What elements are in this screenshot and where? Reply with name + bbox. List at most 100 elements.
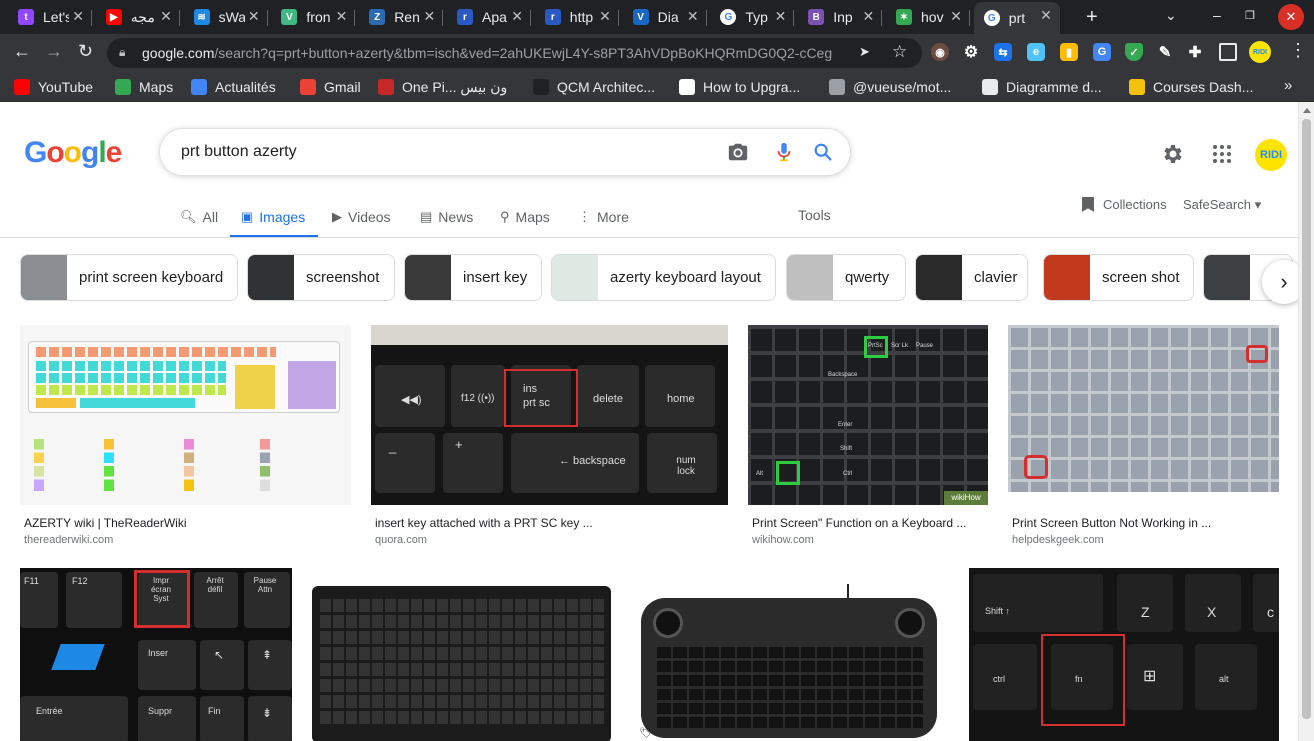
result-title[interactable]: Print Screen" Function on a Keyboard ...	[752, 516, 966, 530]
bookmark-star-icon[interactable]: ☆	[892, 42, 907, 62]
browser-tab[interactable]: ≋ sWa ✕	[184, 3, 268, 31]
related-search-chip[interactable]: screen shot	[1043, 254, 1194, 301]
tab-maps[interactable]: ⚲ Maps	[500, 206, 550, 228]
bookmark-item[interactable]: How to Upgra...	[679, 77, 800, 97]
result-title[interactable]: Print Screen Button Not Working in ...	[1012, 516, 1211, 530]
bookmark-item[interactable]: One Pi... ون بيس	[378, 77, 507, 97]
result-image-wikihow-keyboard[interactable]: PrtSc Scr Lk Pause Backspace Enter Shift…	[748, 325, 988, 505]
tab-close-icon[interactable]: ✕	[775, 8, 787, 25]
tab-close-icon[interactable]: ✕	[599, 8, 611, 25]
extension-keep-icon[interactable]: ▮	[1060, 43, 1078, 61]
browser-tab[interactable]: ▶ مجه ✕	[96, 3, 180, 31]
extension-eyes-icon[interactable]: ◉	[931, 43, 949, 61]
tab-close-icon[interactable]: ✕	[72, 8, 84, 25]
result-source[interactable]: thereaderwiki.com	[24, 534, 113, 546]
bookmark-item[interactable]: Actualités	[191, 77, 276, 97]
extension-pen-icon[interactable]: ✎	[1156, 43, 1174, 61]
related-search-chip[interactable]: qwerty	[786, 254, 906, 301]
related-search-chip[interactable]: print screen keyboard	[20, 254, 238, 301]
forward-icon[interactable]: →	[45, 41, 63, 62]
collections-link[interactable]: Collections	[1082, 197, 1167, 212]
extension-gear-icon[interactable]: ⚙	[962, 43, 980, 61]
browser-tab[interactable]: B Inp ✕	[798, 3, 883, 31]
extension-switch-icon[interactable]: ⇆	[994, 43, 1012, 61]
url-text[interactable]: google.com/search?q=prt+button+azerty&tb…	[142, 45, 832, 61]
scrollbar-thumb[interactable]	[1302, 119, 1311, 719]
result-image-azerty-prtsc[interactable]: F11 F12 Impr écran Syst Arrêt défil Paus…	[20, 568, 292, 741]
chips-next-button[interactable]: ›	[1262, 260, 1298, 304]
tab-images[interactable]: ▣ Images	[241, 206, 305, 228]
result-image-quora-prtsc[interactable]: ◀◀) f12 ((•)) ins prt sc delete home _ + …	[371, 325, 728, 505]
related-search-chip[interactable]: clavier	[915, 254, 1028, 301]
tab-videos[interactable]: ▶ Videos	[332, 206, 391, 228]
scroll-up-arrow-icon[interactable]	[1303, 108, 1311, 113]
browser-tab[interactable]: ✶ hov ✕	[886, 3, 970, 31]
result-image-black-keyboard[interactable]	[312, 568, 611, 741]
tab-close-icon[interactable]: ✕	[423, 8, 435, 25]
browser-tab[interactable]: r Apa ✕	[447, 3, 531, 31]
result-title[interactable]: insert key attached with a PRT SC key ..…	[375, 516, 593, 530]
bookmark-item[interactable]: Diagramme d...	[982, 77, 1102, 97]
tab-all[interactable]: 🔍︎ All	[180, 206, 218, 228]
tab-close-icon[interactable]: ✕	[1040, 7, 1052, 24]
tab-search-icon[interactable]: ⌄	[1165, 7, 1177, 24]
extension-translate-icon[interactable]: G	[1093, 43, 1111, 61]
related-search-chip[interactable]: azerty keyboard layout	[551, 254, 776, 301]
back-icon[interactable]: ←	[13, 41, 31, 62]
result-source[interactable]: helpdeskgeek.com	[1012, 534, 1104, 546]
microphone-icon[interactable]	[773, 140, 795, 164]
google-logo[interactable]: Google	[24, 136, 122, 170]
browser-tab[interactable]: G Typ ✕	[710, 3, 795, 31]
tab-close-icon[interactable]: ✕	[511, 8, 523, 25]
bookmark-item[interactable]: YouTube	[14, 77, 93, 97]
send-tab-icon[interactable]: ➤	[859, 44, 870, 60]
browser-tab[interactable]: V Dia ✕	[623, 3, 707, 31]
safesearch-dropdown[interactable]: SafeSearch ▾	[1183, 197, 1261, 213]
account-avatar[interactable]: RIDI	[1255, 139, 1287, 171]
result-image-laptop-fn[interactable]: Shift ↑ Z X c ctrl fn ⊞ alt	[969, 568, 1279, 741]
result-image-compact-keyboard[interactable]: 🏷︎	[631, 568, 949, 741]
bookmark-item[interactable]: @vueuse/mot...	[829, 77, 951, 97]
result-source[interactable]: wikihow.com	[752, 534, 814, 546]
bookmark-item[interactable]: Maps	[115, 77, 173, 97]
tab-news[interactable]: ▤ News	[420, 206, 473, 228]
search-box[interactable]: prt button azerty	[159, 128, 851, 176]
browser-tab[interactable]: Z Ren ✕	[359, 3, 444, 31]
related-search-chip[interactable]: screenshot	[247, 254, 395, 301]
address-bar[interactable]: 🔒︎ google.com/search?q=prt+button+azerty…	[107, 38, 922, 68]
reload-icon[interactable]: ↻	[78, 41, 93, 62]
profile-avatar[interactable]: RIDI	[1249, 41, 1271, 63]
result-image-helpdesk-keyboard[interactable]	[1008, 325, 1279, 492]
result-source[interactable]: quora.com	[375, 534, 427, 546]
result-image-azerty-layout[interactable]	[20, 325, 351, 505]
lock-icon[interactable]: 🔒︎	[119, 45, 125, 60]
restore-icon[interactable]: ❐	[1245, 9, 1255, 22]
extension-shield-icon[interactable]: ✓	[1125, 43, 1143, 61]
tab-more[interactable]: ⋮ More	[578, 206, 629, 228]
browser-tab[interactable]: Vfron ✕	[271, 3, 356, 31]
window-close-button[interactable]: ✕	[1278, 4, 1304, 30]
google-apps-icon[interactable]	[1213, 145, 1231, 163]
tab-close-icon[interactable]: ✕	[687, 8, 699, 25]
bookmark-item[interactable]: Courses Dash...	[1129, 77, 1253, 97]
browser-tab[interactable]: Gprt ✕	[973, 2, 1060, 34]
new-tab-button[interactable]: +	[1086, 6, 1098, 29]
browser-tab[interactable]: r http ✕	[535, 3, 619, 31]
tab-close-icon[interactable]: ✕	[160, 8, 172, 25]
minimize-icon[interactable]: –	[1213, 7, 1221, 23]
extension-edge-icon[interactable]: e	[1027, 43, 1045, 61]
tab-close-icon[interactable]: ✕	[950, 8, 962, 25]
camera-icon[interactable]	[727, 141, 749, 163]
search-icon[interactable]	[812, 141, 834, 163]
tab-close-icon[interactable]: ✕	[862, 8, 874, 25]
bookmark-item[interactable]: Gmail	[300, 77, 361, 97]
page-scrollbar[interactable]	[1298, 102, 1314, 741]
result-title[interactable]: AZERTY wiki | TheReaderWiki	[24, 516, 187, 530]
tab-close-icon[interactable]: ✕	[336, 8, 348, 25]
extensions-puzzle-icon[interactable]: ✚	[1186, 43, 1204, 61]
related-search-chip[interactable]: insert key	[404, 254, 542, 301]
bookmark-item[interactable]: QCM Architec...	[533, 77, 655, 97]
tools-button[interactable]: Tools	[798, 207, 831, 223]
search-input[interactable]: prt button azerty	[181, 143, 297, 161]
more-bookmarks-icon[interactable]: »	[1284, 77, 1292, 94]
